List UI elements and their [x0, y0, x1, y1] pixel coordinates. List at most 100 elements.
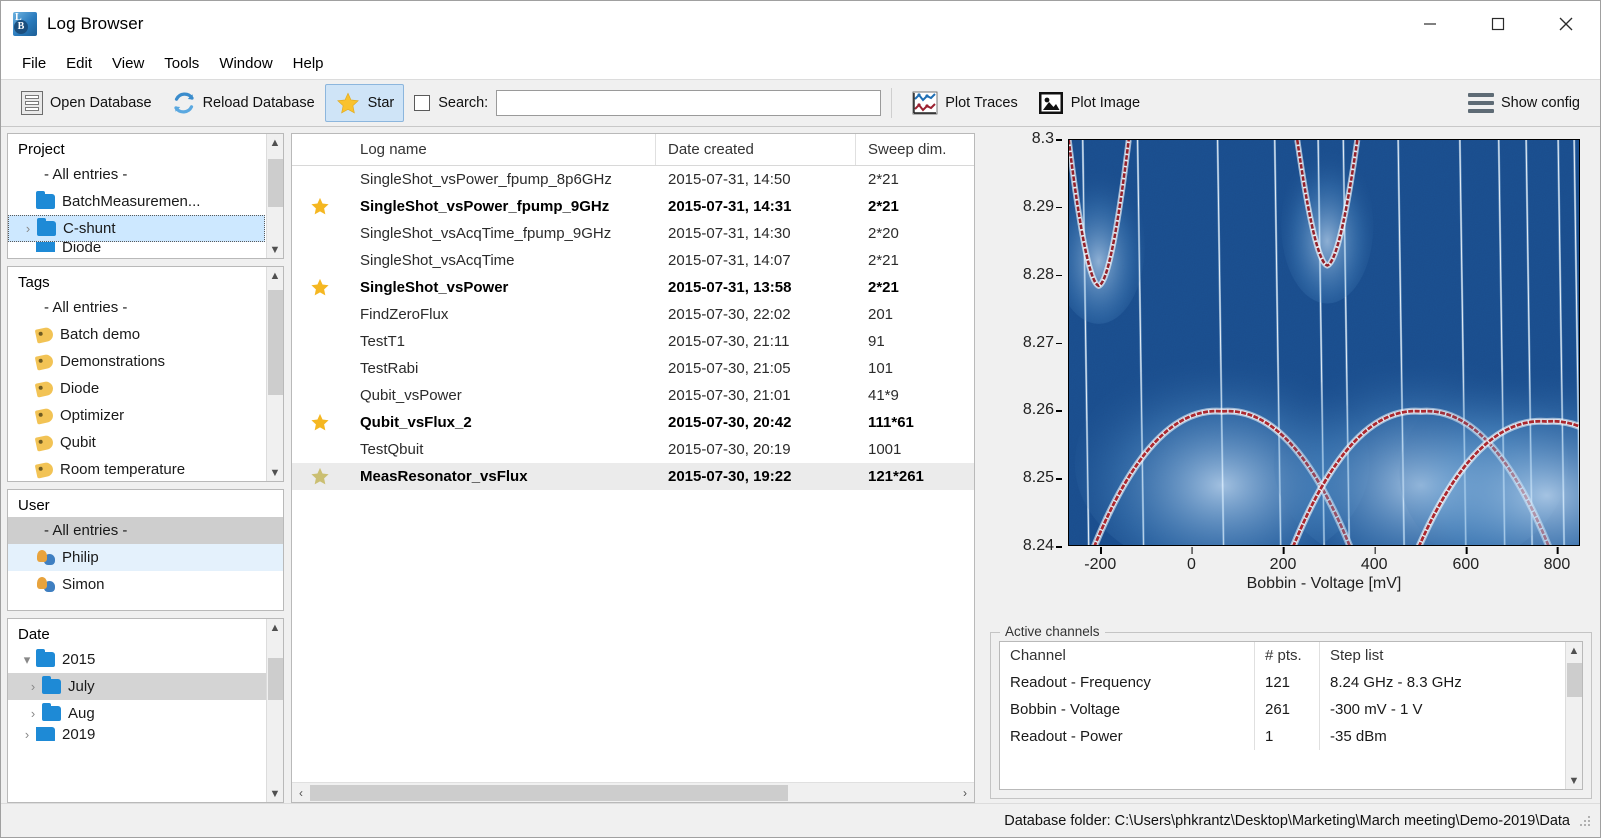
close-icon[interactable]: [1532, 1, 1600, 47]
heatmap-canvas: [1069, 140, 1579, 545]
date-item-label: 2019: [62, 727, 96, 741]
open-database-button[interactable]: Open Database: [11, 84, 162, 122]
search-input[interactable]: [496, 90, 882, 116]
tags-item-batch-demo[interactable]: Batch demo: [8, 321, 283, 348]
heatmap-plot[interactable]: [1068, 139, 1580, 546]
tags-item-qubit[interactable]: Qubit: [8, 429, 283, 456]
menu-help[interactable]: Help: [284, 52, 333, 75]
menu-window[interactable]: Window: [210, 52, 281, 75]
plot-image-button[interactable]: Plot Image: [1028, 84, 1150, 122]
tags-item-room-temperature[interactable]: Room temperature: [8, 456, 283, 481]
chevron-right-icon[interactable]: ›: [19, 221, 37, 236]
star-cell[interactable]: [292, 412, 348, 433]
channel-row[interactable]: Readout - Power 1 -35 dBm: [1000, 723, 1582, 750]
star-cell[interactable]: [292, 466, 348, 487]
column-header-star[interactable]: [292, 134, 348, 165]
star-filter-button[interactable]: Star: [324, 84, 405, 122]
show-config-button[interactable]: Show config: [1458, 84, 1590, 122]
hscroll-thumb[interactable]: [310, 784, 789, 801]
search-label: Search:: [438, 95, 489, 111]
table-row[interactable]: Qubit_vsFlux_2 2015-07-30, 20:42 111*61: [292, 409, 974, 436]
menu-view[interactable]: View: [103, 52, 153, 75]
scroll-right-icon[interactable]: ›: [956, 783, 974, 803]
project-scrollbar[interactable]: ▲ ▼: [266, 134, 283, 258]
column-header-sweep-dim[interactable]: Sweep dim.: [856, 134, 974, 165]
date-scrollbar[interactable]: ▲ ▼: [266, 619, 283, 802]
table-row[interactable]: MeasResonator_vsFlux 2015-07-30, 19:22 1…: [292, 463, 974, 490]
tags-item-all-entries[interactable]: - All entries -: [8, 294, 283, 321]
table-row[interactable]: FindZeroFlux 2015-07-30, 22:02 201: [292, 301, 974, 328]
chevron-right-icon[interactable]: ›: [24, 679, 42, 694]
menu-edit[interactable]: Edit: [57, 52, 101, 75]
reload-database-button[interactable]: Reload Database: [162, 84, 325, 122]
minimize-icon[interactable]: [1396, 1, 1464, 47]
scroll-down-icon[interactable]: ▼: [267, 785, 284, 802]
table-row[interactable]: TestRabi 2015-07-30, 21:05 101: [292, 355, 974, 382]
log-table-hscrollbar[interactable]: ‹ ›: [292, 782, 974, 802]
tags-item-demonstrations[interactable]: Demonstrations: [8, 348, 283, 375]
chevron-down-icon[interactable]: ▾: [18, 652, 36, 668]
project-item-diode[interactable]: Diode: [8, 242, 283, 252]
channel-name-cell: Bobbin - Voltage: [1000, 696, 1255, 723]
project-item-batchmeasurements[interactable]: BatchMeasuremen...: [8, 188, 283, 215]
channels-scroll-thumb[interactable]: [1566, 663, 1582, 697]
menu-file[interactable]: File: [13, 52, 55, 75]
project-item-all-entries[interactable]: - All entries -: [8, 161, 283, 188]
scroll-up-icon[interactable]: ▲: [267, 619, 284, 636]
scroll-down-icon[interactable]: ▼: [267, 464, 284, 481]
channel-row[interactable]: Readout - Frequency 121 8.24 GHz - 8.3 G…: [1000, 669, 1582, 696]
channel-row[interactable]: Bobbin - Voltage 261 -300 mV - 1 V: [1000, 696, 1582, 723]
project-scroll-track[interactable]: [267, 151, 284, 241]
search-checkbox[interactable]: [414, 95, 431, 111]
table-row[interactable]: Qubit_vsPower 2015-07-30, 21:01 41*9: [292, 382, 974, 409]
table-row[interactable]: SingleShot_vsPower_fpump_8p6GHz 2015-07-…: [292, 166, 974, 193]
project-scroll-thumb[interactable]: [267, 159, 283, 207]
scroll-down-icon[interactable]: ▼: [267, 241, 284, 258]
column-header-channel[interactable]: Channel: [1000, 642, 1255, 669]
table-row[interactable]: SingleShot_vsPower_fpump_9GHz 2015-07-31…: [292, 193, 974, 220]
user-item-philip[interactable]: Philip: [8, 544, 283, 571]
scroll-up-icon[interactable]: ▲: [1566, 642, 1583, 659]
date-item-aug[interactable]: › Aug: [8, 700, 283, 727]
resize-grip-icon[interactable]: [1578, 813, 1592, 828]
table-row[interactable]: TestQbuit 2015-07-30, 20:19 1001: [292, 436, 974, 463]
tags-item-optimizer[interactable]: Optimizer: [8, 402, 283, 429]
active-channels-scrollbar[interactable]: ▲ ▼: [1565, 642, 1582, 789]
scroll-down-icon[interactable]: ▼: [1566, 772, 1583, 789]
user-item-all-entries[interactable]: - All entries -: [8, 517, 283, 544]
date-scroll-thumb[interactable]: [267, 658, 283, 700]
column-header-log-name[interactable]: Log name: [348, 134, 656, 165]
scroll-left-icon[interactable]: ‹: [292, 783, 310, 803]
date-item-2015[interactable]: ▾ 2015: [8, 646, 283, 673]
plot-traces-button[interactable]: Plot Traces: [902, 84, 1028, 122]
column-header-date-created[interactable]: Date created: [656, 134, 856, 165]
tags-scrollbar[interactable]: ▲ ▼: [266, 267, 283, 481]
column-header-step-list[interactable]: Step list: [1320, 647, 1582, 664]
chevron-right-icon[interactable]: ›: [24, 706, 42, 721]
table-row[interactable]: SingleShot_vsAcqTime 2015-07-31, 14:07 2…: [292, 247, 974, 274]
user-item-simon[interactable]: Simon: [8, 571, 283, 598]
date-cell: 2015-07-31, 14:30: [668, 225, 791, 242]
table-row[interactable]: SingleShot_vsAcqTime_fpump_9GHz 2015-07-…: [292, 220, 974, 247]
user-item-label: Simon: [62, 576, 105, 593]
sweep-dim-cell: 2*21: [868, 252, 899, 269]
tags-item-diode[interactable]: Diode: [8, 375, 283, 402]
scroll-up-icon[interactable]: ▲: [267, 134, 284, 151]
table-row[interactable]: SingleShot_vsPower 2015-07-31, 13:58 2*2…: [292, 274, 974, 301]
menu-tools[interactable]: Tools: [155, 52, 208, 75]
date-item-july[interactable]: › July: [8, 673, 283, 700]
star-cell[interactable]: [292, 277, 348, 298]
date-item-2019[interactable]: › 2019: [8, 727, 283, 741]
hscroll-track[interactable]: [310, 783, 956, 803]
column-header-pts[interactable]: # pts.: [1255, 642, 1320, 669]
date-scroll-track[interactable]: [267, 636, 284, 785]
tags-scroll-thumb[interactable]: [267, 290, 283, 395]
project-item-c-shunt[interactable]: › C-shunt: [8, 215, 265, 242]
chevron-right-icon[interactable]: ›: [18, 727, 36, 741]
scroll-up-icon[interactable]: ▲: [267, 267, 284, 284]
star-cell[interactable]: [292, 196, 348, 217]
table-row[interactable]: TestT1 2015-07-30, 21:11 91: [292, 328, 974, 355]
channels-scroll-track[interactable]: [1566, 659, 1583, 772]
tags-scroll-track[interactable]: [267, 284, 284, 464]
maximize-icon[interactable]: [1464, 1, 1532, 47]
